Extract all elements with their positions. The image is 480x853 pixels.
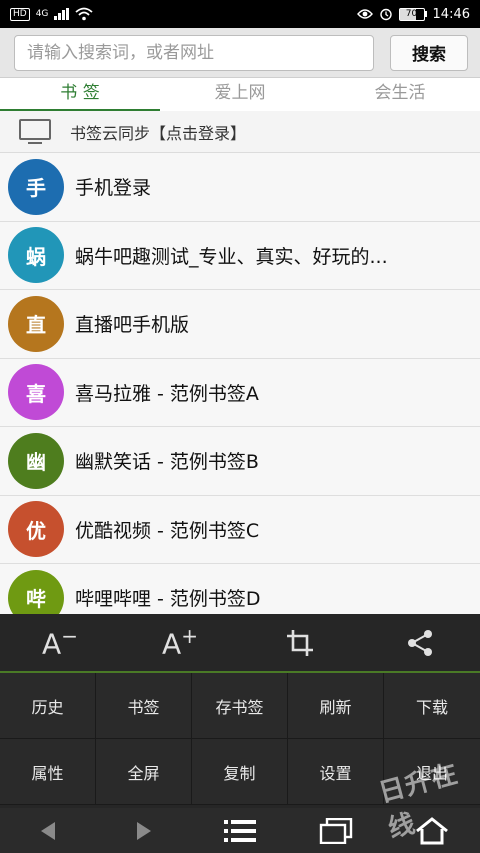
- share-icon: [408, 629, 432, 656]
- menu-properties[interactable]: 属性: [0, 739, 96, 805]
- tab-bookmarks[interactable]: 书 签: [0, 78, 160, 111]
- list-item[interactable]: 蜗 蜗牛吧趣测试_专业、真实、好玩的...: [0, 221, 480, 290]
- bottom-nav-bar: [0, 808, 480, 853]
- menu-settings[interactable]: 设置: [288, 739, 384, 805]
- wifi-icon: [75, 7, 93, 21]
- menu-bookmarks[interactable]: 书签: [96, 673, 192, 739]
- crop-icon: [287, 629, 313, 656]
- bookmark-avatar: 直: [8, 295, 64, 352]
- list-item[interactable]: 手 手机登录: [0, 153, 480, 222]
- menu-panel: A− A+ 历史 书签 存书签 刷新 下载 属性 全屏 复制 设置 退出: [0, 614, 480, 808]
- list-item[interactable]: 优 优酷视频 - 范例书签C: [0, 495, 480, 564]
- windows-button[interactable]: [288, 808, 384, 853]
- bookmark-title: 喜马拉雅 - 范例书签A: [75, 382, 259, 405]
- menu-save-bookmark[interactable]: 存书签: [192, 673, 288, 739]
- bookmark-avatar: 幽: [8, 432, 64, 489]
- bookmark-avatar: 喜: [8, 364, 64, 421]
- alarm-icon: [379, 8, 392, 21]
- forward-button[interactable]: [96, 808, 192, 853]
- bookmark-avatar: 蜗: [8, 227, 64, 284]
- tab-bar: 书 签 爱上网 会生活: [0, 78, 480, 111]
- bookmark-list: 手 手机登录 蜗 蜗牛吧趣测试_专业、真实、好玩的... 直 直播吧手机版 喜 …: [0, 153, 480, 633]
- tab-web[interactable]: 爱上网: [160, 78, 320, 111]
- bookmark-title: 直播吧手机版: [75, 314, 190, 337]
- search-header: 搜索: [0, 28, 480, 78]
- bookmark-avatar: 优: [8, 501, 64, 558]
- hd-badge: HD: [10, 7, 30, 21]
- tab-life[interactable]: 会生活: [320, 78, 480, 111]
- bookmark-title: 手机登录: [75, 177, 152, 200]
- battery-level: 70: [405, 8, 418, 19]
- menu-history[interactable]: 历史: [0, 673, 96, 739]
- search-input[interactable]: [14, 34, 374, 71]
- status-time: 14:46: [432, 6, 470, 22]
- monitor-icon: [19, 118, 51, 144]
- network-type-label: 4G: [35, 9, 49, 19]
- back-button[interactable]: [0, 808, 96, 853]
- bookmark-title: 幽默笑话 - 范例书签B: [75, 451, 259, 474]
- crop-button[interactable]: [240, 614, 360, 671]
- list-item[interactable]: 直 直播吧手机版: [0, 290, 480, 359]
- home-icon: [416, 816, 448, 844]
- battery-icon: 70: [398, 7, 427, 21]
- font-larger-icon: A+: [162, 624, 198, 661]
- menu-refresh[interactable]: 刷新: [288, 673, 384, 739]
- sync-label: 书签云同步【点击登录】: [70, 123, 247, 143]
- menu-button[interactable]: [192, 808, 288, 853]
- font-smaller-button[interactable]: A−: [0, 614, 120, 671]
- eye-icon: [356, 9, 373, 19]
- menu-exit[interactable]: 退出: [384, 739, 480, 805]
- signal-icon: [54, 8, 70, 20]
- list-item[interactable]: 幽 幽默笑话 - 范例书签B: [0, 427, 480, 496]
- forward-arrow-icon: [137, 821, 151, 840]
- status-left: HD 4G: [10, 7, 93, 21]
- bookmark-avatar: 手: [8, 158, 64, 215]
- menu-list-icon: [224, 819, 256, 842]
- back-arrow-icon: [41, 821, 55, 840]
- windows-icon: [319, 817, 353, 844]
- menu-copy[interactable]: 复制: [192, 739, 288, 805]
- share-button[interactable]: [360, 614, 480, 671]
- status-right: 70 14:46: [356, 6, 470, 22]
- bookmark-title: 蜗牛吧趣测试_专业、真实、好玩的...: [75, 245, 388, 268]
- bookmark-sync-row[interactable]: 书签云同步【点击登录】: [0, 111, 480, 153]
- menu-fullscreen[interactable]: 全屏: [96, 739, 192, 805]
- search-button[interactable]: 搜索: [390, 34, 468, 71]
- list-item[interactable]: 喜 喜马拉雅 - 范例书签A: [0, 358, 480, 427]
- menu-toolbar: A− A+: [0, 614, 480, 673]
- bookmark-title: 优酷视频 - 范例书签C: [75, 519, 260, 542]
- font-smaller-icon: A−: [42, 624, 78, 661]
- menu-download[interactable]: 下载: [384, 673, 480, 739]
- font-larger-button[interactable]: A+: [120, 614, 240, 671]
- home-button[interactable]: [384, 808, 480, 853]
- bookmark-title: 哔哩哔哩 - 范例书签D: [75, 588, 261, 611]
- status-bar: HD 4G 70 14:46: [0, 0, 480, 28]
- menu-grid: 历史 书签 存书签 刷新 下载 属性 全屏 复制 设置 退出: [0, 673, 480, 805]
